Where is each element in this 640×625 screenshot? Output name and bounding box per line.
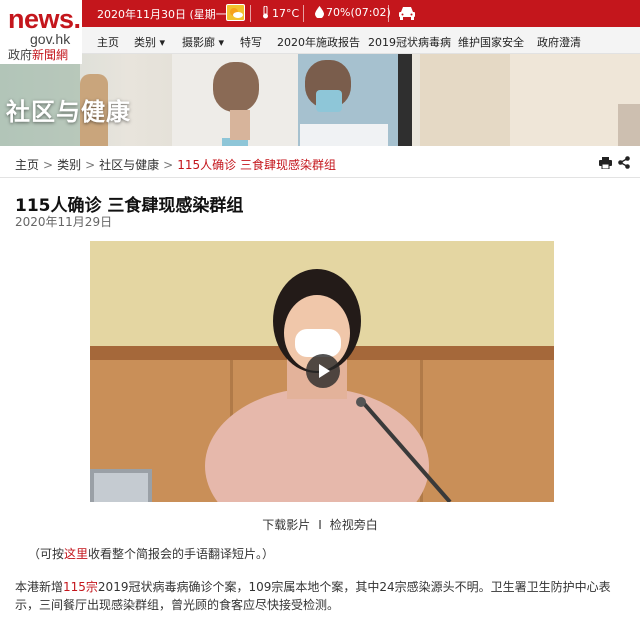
divider: [250, 5, 251, 22]
divider: [303, 5, 304, 22]
video-links: 下载影片 I 检视旁白: [0, 516, 640, 533]
thermometer-icon: [263, 5, 268, 19]
nav-item-covid[interactable]: 2019冠状病毒病: [368, 34, 451, 50]
sign-language-note: （可按这里收看整个简报会的手语翻译短片。）: [28, 547, 275, 561]
main-nav: 主页 类别 ▾ 摄影廊 ▾ 特写 2020年施政报告 2019冠状病毒病 维护国…: [0, 27, 640, 54]
share-icon[interactable]: [618, 156, 630, 169]
breadcrumb: 主页 > 类别 > 社区与健康 >115人确诊 三食肆现感染群组: [15, 156, 336, 173]
divider: [388, 5, 389, 22]
chevron-right-icon: >: [163, 158, 174, 172]
logo-chinese: 政府新聞網: [8, 48, 69, 62]
humidity-value: 70%(07:02): [326, 6, 391, 19]
temperature[interactable]: 17°C: [262, 5, 300, 20]
nav-item-policy-address[interactable]: 2020年施政报告: [277, 34, 360, 50]
article-body: 本港新增115宗2019冠状病毒病确诊个案，109宗属本地个案，其中24宗感染源…: [15, 580, 611, 612]
section-banner: 社区与健康: [0, 54, 640, 146]
chevron-right-icon: >: [43, 158, 54, 172]
nav-item-clarifications[interactable]: 政府澄清: [537, 34, 581, 50]
logo-domain: gov.hk: [30, 31, 71, 47]
section-title: 社区与健康: [6, 98, 131, 126]
car-icon[interactable]: [398, 6, 416, 20]
case-count-link[interactable]: 115宗: [63, 580, 98, 594]
divider: [0, 177, 640, 178]
current-date: 2020年11月30日 (星期一): [97, 8, 232, 21]
download-video-link[interactable]: 下载影片: [262, 518, 310, 532]
sun-cloud-icon[interactable]: [226, 4, 245, 21]
breadcrumb-section[interactable]: 社区与健康: [99, 158, 159, 172]
breadcrumb-home[interactable]: 主页: [15, 158, 39, 172]
article-date: 2020年11月29日: [15, 215, 113, 229]
separator: I: [318, 518, 322, 532]
nav-item-national-security[interactable]: 维护国家安全: [458, 34, 524, 50]
site-logo[interactable]: news. gov.hk 政府新聞網: [0, 0, 82, 64]
nav-item-gallery[interactable]: 摄影廊 ▾: [182, 34, 224, 50]
sign-language-link[interactable]: 这里: [64, 547, 88, 561]
temperature-value: 17°C: [272, 7, 300, 20]
nav-item-category[interactable]: 类别 ▾: [134, 34, 165, 50]
play-button[interactable]: [306, 354, 340, 388]
chevron-right-icon: >: [85, 158, 96, 172]
humidity[interactable]: 70%(07:02): [315, 6, 391, 19]
print-icon[interactable]: [599, 157, 612, 169]
nav-item-home[interactable]: 主页: [97, 34, 119, 50]
breadcrumb-current: 115人确诊 三食肆现感染群组: [177, 158, 336, 172]
top-info-bar: 2020年11月30日 (星期一) 17°C 70%(07:02): [0, 0, 640, 27]
nav-item-feature[interactable]: 特写: [240, 34, 262, 50]
audio-description-link[interactable]: 检视旁白: [330, 518, 378, 532]
logo-wordmark: news.: [8, 4, 81, 34]
breadcrumb-category[interactable]: 类别: [57, 158, 81, 172]
water-drop-icon: [315, 6, 324, 19]
